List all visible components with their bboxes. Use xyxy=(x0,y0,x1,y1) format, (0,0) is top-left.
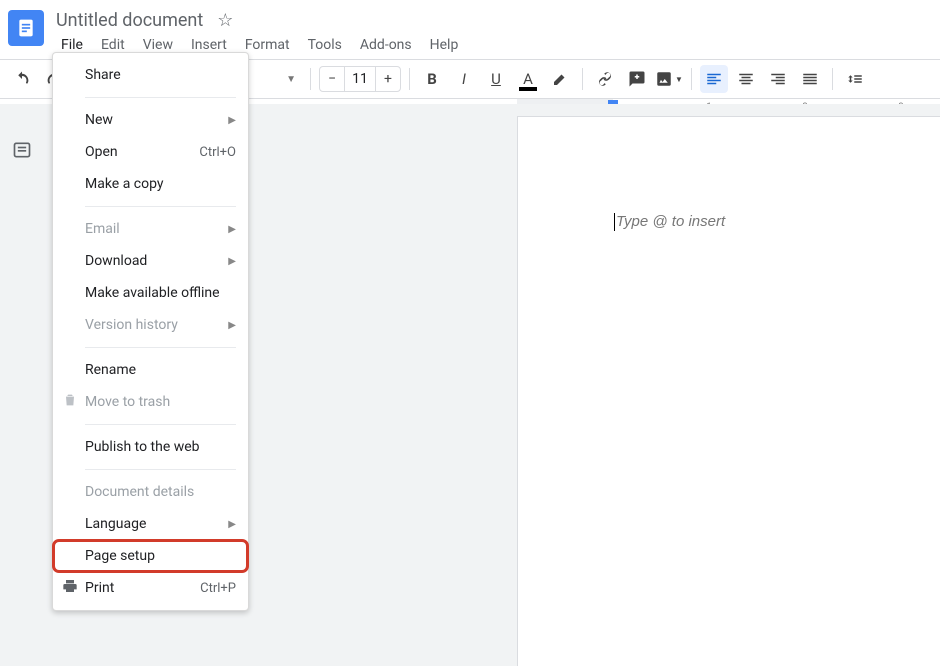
bold-button[interactable]: B xyxy=(418,65,446,93)
document-outline-button[interactable] xyxy=(12,140,32,666)
submenu-arrow-icon: ▶ xyxy=(228,519,236,530)
outline-icon xyxy=(12,140,32,160)
file-menu-open[interactable]: OpenCtrl+O xyxy=(53,136,248,168)
document-title[interactable]: Untitled document xyxy=(52,8,207,33)
star-icon[interactable]: ☆ xyxy=(217,12,233,30)
bold-icon: B xyxy=(427,70,437,88)
docs-app-icon[interactable] xyxy=(8,10,44,46)
file-menu-page-setup[interactable]: Page setup xyxy=(53,540,248,572)
trash-icon xyxy=(61,392,79,412)
align-justify-button[interactable] xyxy=(796,65,824,93)
align-right-icon xyxy=(769,70,787,88)
menu-addons[interactable]: Add-ons xyxy=(351,33,421,59)
file-menu-doc-details[interactable]: Document details xyxy=(53,476,248,508)
file-menu-print[interactable]: PrintCtrl+P xyxy=(53,572,248,604)
align-center-button[interactable] xyxy=(732,65,760,93)
align-left-icon xyxy=(705,70,723,88)
align-justify-icon xyxy=(801,70,819,88)
document-page[interactable]: Type @ to insert xyxy=(517,116,940,666)
file-menu-new[interactable]: New▶ xyxy=(53,104,248,136)
caret-down-icon: ▼ xyxy=(675,75,683,84)
menu-tools[interactable]: Tools xyxy=(299,33,351,59)
document-icon xyxy=(16,16,36,40)
file-menu-email[interactable]: Email▶ xyxy=(53,213,248,245)
caret-down-icon: ▼ xyxy=(286,74,296,85)
underline-button[interactable]: U xyxy=(482,65,510,93)
font-size-increase[interactable]: + xyxy=(376,67,400,91)
align-right-button[interactable] xyxy=(764,65,792,93)
submenu-arrow-icon: ▶ xyxy=(228,115,236,126)
menu-help[interactable]: Help xyxy=(421,33,468,59)
file-menu-trash[interactable]: Move to trash xyxy=(53,386,248,418)
file-menu-publish[interactable]: Publish to the web xyxy=(53,431,248,463)
line-spacing-button[interactable] xyxy=(841,65,869,93)
file-menu-make-copy[interactable]: Make a copy xyxy=(53,168,248,200)
submenu-arrow-icon: ▶ xyxy=(228,224,236,235)
italic-icon: I xyxy=(462,70,466,88)
file-menu-download[interactable]: Download▶ xyxy=(53,245,248,277)
underline-icon: U xyxy=(491,70,501,88)
text-color-icon: A xyxy=(523,70,533,88)
file-menu-rename[interactable]: Rename xyxy=(53,354,248,386)
italic-button[interactable]: I xyxy=(450,65,478,93)
highlight-button[interactable] xyxy=(546,65,574,93)
file-menu-share[interactable]: Share xyxy=(53,59,248,91)
image-icon xyxy=(655,70,673,88)
submenu-arrow-icon: ▶ xyxy=(228,256,236,267)
comment-plus-icon xyxy=(628,70,646,88)
align-center-icon xyxy=(737,70,755,88)
insert-image-button[interactable]: ▼ xyxy=(655,65,683,93)
undo-button[interactable] xyxy=(8,65,36,93)
add-comment-button[interactable] xyxy=(623,65,651,93)
file-menu-language[interactable]: Language▶ xyxy=(53,508,248,540)
undo-icon xyxy=(13,70,31,88)
highlighter-icon xyxy=(551,70,569,88)
insert-link-button[interactable] xyxy=(591,65,619,93)
link-icon xyxy=(596,70,614,88)
font-size-value[interactable]: 11 xyxy=(344,67,376,91)
text-color-button[interactable]: A xyxy=(514,65,542,93)
file-menu-version-history[interactable]: Version history▶ xyxy=(53,309,248,341)
file-menu-offline[interactable]: Make available offline xyxy=(53,277,248,309)
title-bar: Untitled document ☆ File Edit View Inser… xyxy=(0,0,940,59)
line-spacing-icon xyxy=(846,70,864,88)
page-placeholder: Type @ to insert xyxy=(616,213,725,230)
text-cursor xyxy=(614,213,615,231)
print-icon xyxy=(61,578,79,598)
file-menu-dropdown: Share New▶ OpenCtrl+O Make a copy Email▶… xyxy=(52,52,249,611)
shortcut-label: Ctrl+P xyxy=(200,581,236,596)
font-size-decrease[interactable]: − xyxy=(320,67,344,91)
submenu-arrow-icon: ▶ xyxy=(228,320,236,331)
font-size-control: − 11 + xyxy=(319,66,401,92)
shortcut-label: Ctrl+O xyxy=(199,145,236,160)
align-left-button[interactable] xyxy=(700,65,728,93)
